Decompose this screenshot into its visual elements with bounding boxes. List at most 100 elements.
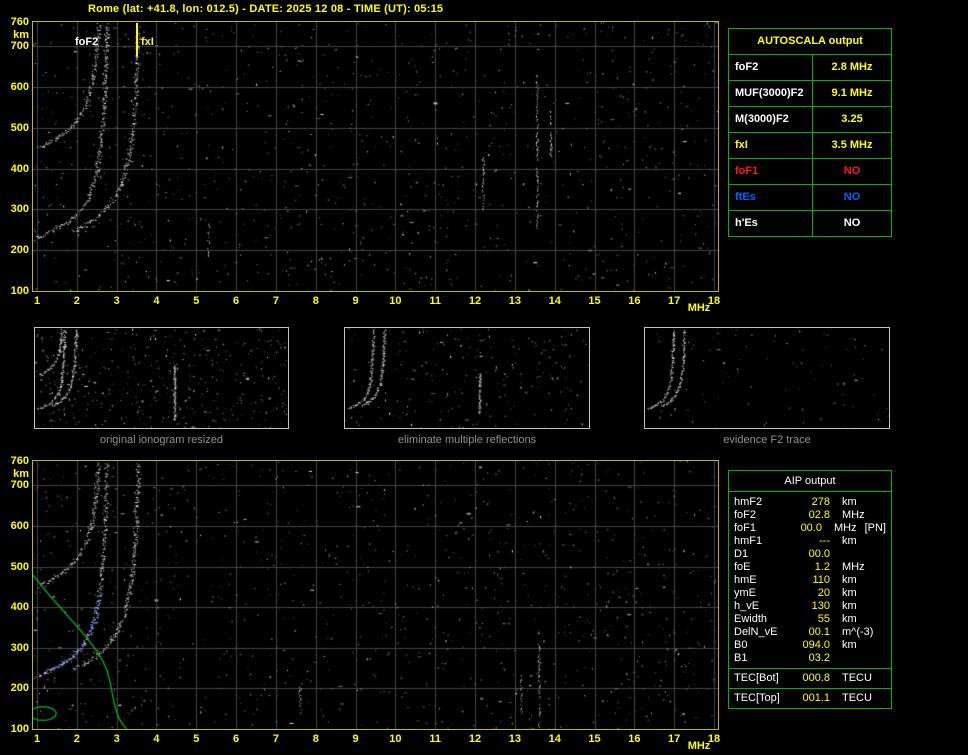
x-axis-tick-label: 12 bbox=[468, 733, 482, 745]
aip-param-unit: km bbox=[842, 587, 857, 599]
x-axis-tick-label: 3 bbox=[113, 733, 120, 745]
aip-param-unit: MHz bbox=[842, 509, 865, 521]
y-axis-tick-label: 100 bbox=[10, 723, 29, 735]
autoscala-param-name: ftEs bbox=[729, 185, 813, 210]
x-axis-tick-label: 13 bbox=[508, 295, 521, 307]
main-ionogram-canvas bbox=[32, 21, 719, 292]
thumbnail-multiple-reflections-removed bbox=[344, 327, 590, 429]
y-axis-tick-label: 100 bbox=[10, 285, 29, 297]
aip-param-name: foE bbox=[734, 561, 751, 573]
aip-param-name: h_vE bbox=[734, 600, 760, 612]
y-axis-tick-label: 500 bbox=[10, 121, 29, 134]
y-axis-unit-label: km bbox=[13, 468, 29, 480]
autoscala-param-value: NO bbox=[843, 191, 861, 203]
autoscala-output-table: AUTOSCALA output foF2 2.8 MHz MUF(3000)F2 9… bbox=[728, 28, 892, 237]
aip-param-value: 110 bbox=[812, 574, 830, 586]
aip-param-value: 20 bbox=[817, 587, 830, 599]
foF2-annotation-label: foF2 bbox=[75, 36, 99, 48]
thumbnail-caption: evidence F2 trace bbox=[723, 434, 811, 446]
x-axis-tick-label: 6 bbox=[233, 295, 240, 307]
autoscala-screen: Rome (lat: +41.8, lon: 012.5) - DATE: 20… bbox=[0, 0, 968, 755]
autoscala-param-value: 2.8 MHz bbox=[831, 61, 873, 73]
x-axis-tick-label: 1 bbox=[33, 295, 41, 307]
autoscala-row: foF1 NO bbox=[729, 159, 891, 185]
x-axis-unit-label: MHz bbox=[687, 302, 711, 314]
fxI-annotation-label: fxI bbox=[141, 36, 154, 48]
aip-param-value: 001.1 bbox=[802, 692, 830, 704]
aip-param-unit: km bbox=[842, 600, 857, 612]
x-axis-tick-label: 7 bbox=[272, 295, 279, 307]
aip-table-rows: hmF2 278 km foF2 02.8 MHz foF1 00.0 MHz [PN] hmF1-… bbox=[729, 496, 891, 705]
aip-param-value: 02.8 bbox=[808, 509, 830, 521]
aip-output-table: AIP output hmF2 278 km foF2 02.8 MHz foF1 00.0 M… bbox=[728, 470, 892, 709]
x-axis-tick-label: 10 bbox=[389, 733, 402, 745]
aip-param-value: 03.2 bbox=[808, 652, 830, 664]
aip-param-name: TEC[Bot] bbox=[734, 672, 779, 684]
x-axis-tick-label: 1 bbox=[33, 733, 41, 745]
aip-param-value: 000.8 bbox=[802, 672, 830, 684]
aip-param-value: 00.0 bbox=[808, 548, 830, 560]
thumbnail-caption: eliminate multiple reflections bbox=[397, 434, 537, 446]
x-axis-tick-label: 6 bbox=[233, 733, 240, 745]
aip-param-name: hmF1 bbox=[734, 535, 763, 547]
inverted-ionogram-canvas bbox=[32, 460, 719, 730]
x-axis-tick-label: 15 bbox=[588, 733, 601, 745]
aip-param-unit: km bbox=[842, 496, 857, 508]
x-axis-tick-label: 12 bbox=[468, 295, 482, 307]
autoscala-row: M(3000)F2 3.25 bbox=[729, 107, 891, 133]
autoscala-row: foF2 2.8 MHz bbox=[729, 55, 891, 81]
y-axis-tick-label: 600 bbox=[10, 519, 29, 532]
y-axis-tick-label: 500 bbox=[10, 560, 29, 573]
aip-param-value: 130 bbox=[811, 600, 830, 612]
aip-param-name: foF2 bbox=[734, 509, 757, 521]
y-axis-tick-label: 200 bbox=[10, 682, 29, 695]
aip-param-value: 00.0 bbox=[800, 522, 822, 534]
aip-param-unit: km bbox=[842, 574, 857, 586]
autoscala-param-name: M(3000)F2 bbox=[729, 107, 813, 132]
autoscala-param-name: fxI bbox=[729, 133, 813, 158]
x-axis-tick-label: 15 bbox=[588, 295, 601, 307]
x-axis-tick-label: 8 bbox=[312, 733, 319, 745]
y-axis-tick-label: 700 bbox=[10, 40, 29, 53]
aip-param-unit: m^(-3) bbox=[842, 626, 874, 638]
aip-param-unit: TECU bbox=[842, 672, 872, 684]
aip-row: B0 094.0 km bbox=[729, 639, 891, 652]
aip-param-name: Ewidth bbox=[734, 613, 768, 625]
aip-row: DelN_vE 00.1 m^(-3) bbox=[729, 626, 891, 639]
aip-param-value: 278 bbox=[811, 496, 830, 508]
x-axis-tick-label: 17 bbox=[668, 295, 681, 307]
x-axis-tick-label: 14 bbox=[548, 733, 561, 745]
aip-table-title: AIP output bbox=[729, 471, 891, 492]
aip-row: TEC[Bot] 000.8 TECU bbox=[729, 672, 891, 685]
aip-param-unit: MHz bbox=[842, 561, 865, 573]
aip-param-name: B0 bbox=[734, 639, 748, 651]
x-axis-tick-label: 11 bbox=[429, 733, 442, 745]
x-axis-tick-label: 14 bbox=[548, 295, 561, 307]
aip-row: foF2 02.8 MHz bbox=[729, 509, 891, 522]
aip-param-unit: km bbox=[842, 613, 857, 625]
aip-row: hmE 110 km bbox=[729, 574, 891, 587]
aip-row: hmF2 278 km bbox=[729, 496, 891, 509]
aip-param-name: D1 bbox=[734, 548, 749, 560]
y-axis-unit-label: km bbox=[13, 29, 29, 41]
x-axis-tick-label: 13 bbox=[508, 733, 521, 745]
y-axis-tick-label: 600 bbox=[10, 81, 29, 94]
aip-row: ymE 20 km bbox=[729, 587, 891, 600]
thumbnail-caption: original ionogram resized bbox=[100, 434, 223, 446]
y-axis-tick-label: 760 bbox=[10, 16, 29, 28]
x-axis-tick-label: 4 bbox=[153, 733, 160, 745]
autoscala-row: MUF(3000)F2 9.1 MHz bbox=[729, 81, 891, 107]
aip-row: B1 03.2 bbox=[729, 652, 891, 665]
y-axis-tick-label: 700 bbox=[10, 479, 29, 492]
autoscala-row: fxI 3.5 MHz bbox=[729, 133, 891, 159]
aip-param-unit: MHz bbox=[833, 522, 857, 534]
aip-param-value: 1.2 bbox=[814, 561, 830, 573]
x-axis-tick-label: 8 bbox=[312, 295, 319, 307]
x-axis-tick-label: 3 bbox=[113, 295, 120, 307]
autoscala-param-name: foF1 bbox=[729, 159, 813, 184]
x-axis-tick-label: 5 bbox=[193, 733, 200, 745]
aip-row: foF1 00.0 MHz [PN] bbox=[729, 522, 891, 535]
aip-param-name: hmF2 bbox=[734, 496, 763, 508]
x-axis-tick-label: 7 bbox=[272, 733, 279, 745]
x-axis-tick-label: 9 bbox=[352, 295, 359, 307]
